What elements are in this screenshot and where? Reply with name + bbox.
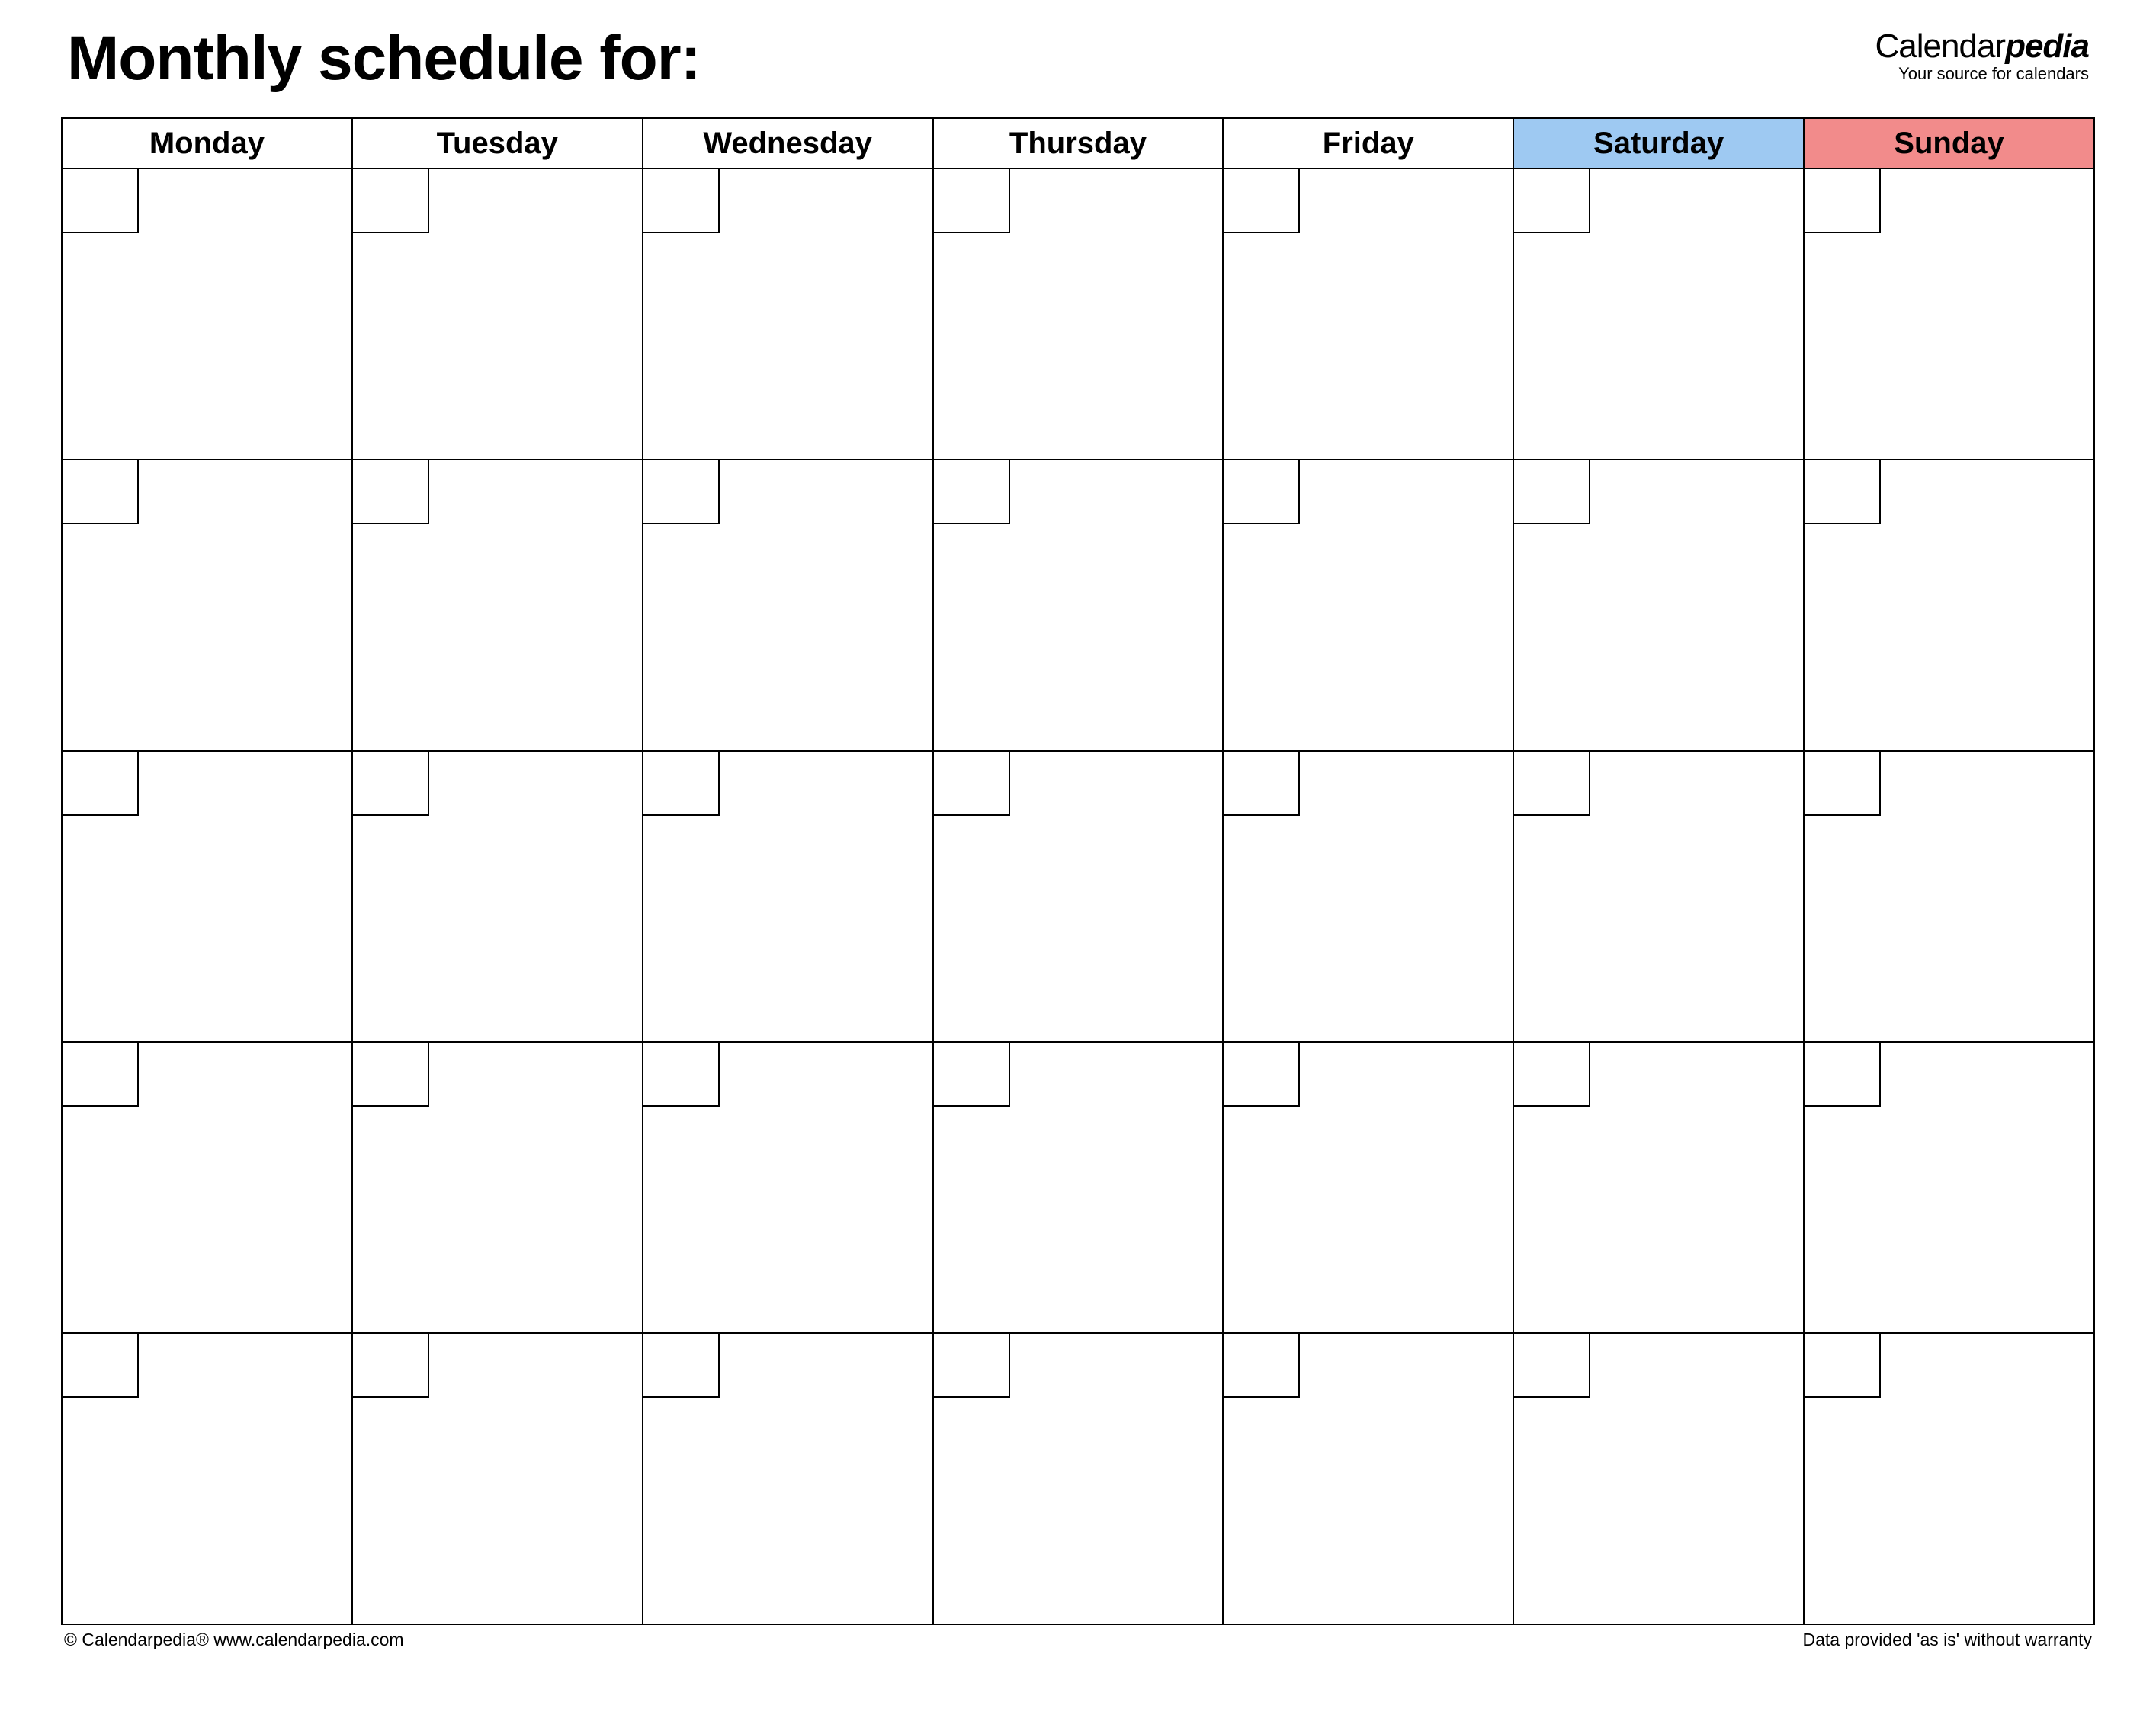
date-box[interactable] xyxy=(1222,459,1300,524)
day-header-fri: Friday xyxy=(1223,118,1513,168)
day-cell[interactable] xyxy=(1513,1042,1804,1333)
day-header-thu: Thursday xyxy=(933,118,1224,168)
day-cell[interactable] xyxy=(62,168,352,460)
date-box[interactable] xyxy=(1513,459,1590,524)
header: Monthly schedule for: Calendarpedia Your… xyxy=(61,23,2095,95)
date-box[interactable] xyxy=(642,459,720,524)
day-cell[interactable] xyxy=(62,1042,352,1333)
footer-copyright: © Calendarpedia® www.calendarpedia.com xyxy=(64,1630,404,1650)
date-box[interactable] xyxy=(1222,750,1300,816)
day-cell[interactable] xyxy=(352,168,643,460)
day-header-tue: Tuesday xyxy=(352,118,643,168)
day-cell[interactable] xyxy=(933,460,1224,751)
page-title: Monthly schedule for: xyxy=(67,23,701,95)
date-box[interactable] xyxy=(932,168,1010,233)
day-cell[interactable] xyxy=(1223,1333,1513,1624)
date-box[interactable] xyxy=(351,1332,429,1398)
day-cell[interactable] xyxy=(933,751,1224,1042)
week-row xyxy=(62,460,2094,751)
day-cell[interactable] xyxy=(352,1333,643,1624)
day-cell[interactable] xyxy=(933,168,1224,460)
date-box[interactable] xyxy=(1513,1041,1590,1107)
day-header-mon: Monday xyxy=(62,118,352,168)
date-box[interactable] xyxy=(932,750,1010,816)
date-box[interactable] xyxy=(1222,1332,1300,1398)
date-box[interactable] xyxy=(351,1041,429,1107)
week-row xyxy=(62,168,2094,460)
day-cell[interactable] xyxy=(62,1333,352,1624)
brand-block: Calendarpedia Your source for calendars xyxy=(1875,23,2089,84)
day-cell[interactable] xyxy=(62,751,352,1042)
brand-left: Calendar xyxy=(1875,27,2006,65)
day-cell[interactable] xyxy=(1804,168,2094,460)
footer: © Calendarpedia® www.calendarpedia.com D… xyxy=(61,1625,2095,1650)
day-cell[interactable] xyxy=(1513,751,1804,1042)
week-row xyxy=(62,1333,2094,1624)
date-box[interactable] xyxy=(1803,1041,1881,1107)
day-cell[interactable] xyxy=(352,751,643,1042)
date-box[interactable] xyxy=(932,459,1010,524)
day-cell[interactable] xyxy=(62,460,352,751)
day-header-sat: Saturday xyxy=(1513,118,1804,168)
header-row: Monday Tuesday Wednesday Thursday Friday… xyxy=(62,118,2094,168)
day-cell[interactable] xyxy=(352,460,643,751)
day-cell[interactable] xyxy=(933,1042,1224,1333)
brand-name: Calendarpedia xyxy=(1875,27,2089,66)
date-box[interactable] xyxy=(351,168,429,233)
date-box[interactable] xyxy=(351,459,429,524)
day-cell[interactable] xyxy=(643,1042,933,1333)
date-box[interactable] xyxy=(61,168,139,233)
week-row xyxy=(62,1042,2094,1333)
date-box[interactable] xyxy=(1222,1041,1300,1107)
day-cell[interactable] xyxy=(1804,1042,2094,1333)
footer-disclaimer: Data provided 'as is' without warranty xyxy=(1802,1630,2092,1650)
day-header-sun: Sunday xyxy=(1804,118,2094,168)
day-cell[interactable] xyxy=(1513,1333,1804,1624)
date-box[interactable] xyxy=(351,750,429,816)
page: Monthly schedule for: Calendarpedia Your… xyxy=(61,23,2095,1650)
date-box[interactable] xyxy=(1513,1332,1590,1398)
week-row xyxy=(62,751,2094,1042)
date-box[interactable] xyxy=(1222,168,1300,233)
date-box[interactable] xyxy=(61,459,139,524)
date-box[interactable] xyxy=(1513,168,1590,233)
calendar-grid: Monday Tuesday Wednesday Thursday Friday… xyxy=(61,117,2095,1625)
brand-tagline: Your source for calendars xyxy=(1875,64,2089,84)
day-cell[interactable] xyxy=(1223,460,1513,751)
date-box[interactable] xyxy=(61,750,139,816)
date-box[interactable] xyxy=(1803,750,1881,816)
date-box[interactable] xyxy=(1513,750,1590,816)
date-box[interactable] xyxy=(932,1332,1010,1398)
date-box[interactable] xyxy=(642,750,720,816)
day-cell[interactable] xyxy=(643,1333,933,1624)
date-box[interactable] xyxy=(1803,168,1881,233)
day-cell[interactable] xyxy=(352,1042,643,1333)
day-cell[interactable] xyxy=(643,460,933,751)
date-box[interactable] xyxy=(1803,459,1881,524)
day-cell[interactable] xyxy=(643,751,933,1042)
date-box[interactable] xyxy=(61,1041,139,1107)
brand-right: pedia xyxy=(2005,27,2089,65)
day-cell[interactable] xyxy=(1223,1042,1513,1333)
day-cell[interactable] xyxy=(643,168,933,460)
date-box[interactable] xyxy=(642,1332,720,1398)
day-cell[interactable] xyxy=(1513,168,1804,460)
day-header-wed: Wednesday xyxy=(643,118,933,168)
day-cell[interactable] xyxy=(1804,1333,2094,1624)
day-cell[interactable] xyxy=(1513,460,1804,751)
date-box[interactable] xyxy=(1803,1332,1881,1398)
date-box[interactable] xyxy=(642,168,720,233)
date-box[interactable] xyxy=(932,1041,1010,1107)
date-box[interactable] xyxy=(642,1041,720,1107)
day-cell[interactable] xyxy=(933,1333,1224,1624)
day-cell[interactable] xyxy=(1804,460,2094,751)
day-cell[interactable] xyxy=(1223,168,1513,460)
day-cell[interactable] xyxy=(1223,751,1513,1042)
date-box[interactable] xyxy=(61,1332,139,1398)
day-cell[interactable] xyxy=(1804,751,2094,1042)
